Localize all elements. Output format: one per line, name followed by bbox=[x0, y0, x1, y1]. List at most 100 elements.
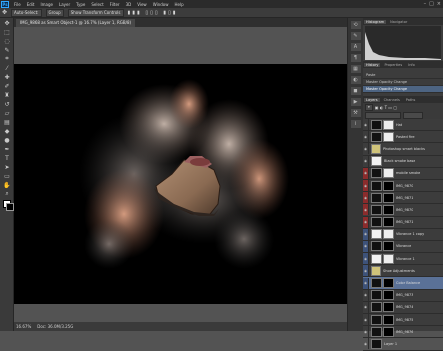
crop-tool-icon[interactable]: ⌗ bbox=[2, 55, 12, 63]
tool-presets-panel-icon[interactable]: ⚒ bbox=[350, 109, 361, 117]
layer-row[interactable]: ◉ Vibrance bbox=[363, 240, 443, 254]
layer-mask-thumbnail[interactable] bbox=[383, 278, 394, 289]
shape-tool-icon[interactable]: ▭ bbox=[2, 172, 12, 180]
visibility-eye-icon[interactable]: ◉ bbox=[363, 253, 369, 265]
layer-row[interactable]: ◉ IMG_9874 bbox=[363, 301, 443, 314]
tab-info[interactable]: Info bbox=[406, 63, 417, 67]
visibility-eye-icon[interactable]: ◉ bbox=[363, 216, 369, 228]
character-panel-icon[interactable]: A bbox=[350, 43, 361, 51]
layer-mask-thumbnail[interactable] bbox=[383, 131, 394, 142]
visibility-eye-icon[interactable]: ◉ bbox=[363, 326, 369, 338]
eraser-tool-icon[interactable]: ▱ bbox=[2, 109, 12, 117]
menu-item-image[interactable]: Image bbox=[37, 2, 56, 7]
move-tool-icon[interactable]: ✥ bbox=[2, 9, 7, 16]
layer-mask-thumbnail[interactable] bbox=[383, 204, 394, 215]
visibility-eye-icon[interactable]: ◉ bbox=[363, 289, 369, 301]
layer-row[interactable]: ◉ mobile smoke bbox=[363, 167, 443, 180]
visibility-eye-icon[interactable]: ◉ bbox=[363, 119, 369, 131]
hand-tool-icon[interactable]: ✋ bbox=[2, 181, 12, 189]
visibility-eye-icon[interactable]: ◉ bbox=[363, 265, 369, 277]
visibility-eye-icon[interactable]: ◉ bbox=[363, 301, 369, 313]
type-tool-icon[interactable]: T bbox=[2, 154, 12, 162]
visibility-eye-icon[interactable]: ◉ bbox=[363, 143, 369, 155]
layer-row[interactable]: ◉ Pasted fire bbox=[363, 131, 443, 144]
menu-item-layer[interactable]: Layer bbox=[56, 2, 73, 7]
tab-paths[interactable]: Paths bbox=[404, 98, 418, 102]
show-transform-controls-checkbox[interactable]: Show Transform Controls bbox=[67, 8, 124, 17]
visibility-eye-icon[interactable]: ◉ bbox=[363, 192, 369, 204]
visibility-eye-icon[interactable]: ◉ bbox=[363, 131, 369, 143]
layer-mask-thumbnail[interactable] bbox=[383, 180, 394, 191]
layer-mask-thumbnail[interactable] bbox=[383, 168, 394, 179]
menu-item-select[interactable]: Select bbox=[88, 2, 106, 7]
visibility-eye-icon[interactable]: ◉ bbox=[363, 228, 369, 240]
layer-filter-dropdown[interactable]: ▾ bbox=[365, 103, 373, 111]
layer-row[interactable]: ◉ IMG_9871 bbox=[363, 216, 443, 229]
layer-mask-thumbnail[interactable] bbox=[383, 314, 394, 325]
menu-item-3d[interactable]: 3D bbox=[123, 2, 135, 7]
layer-row[interactable]: ◉ Black smoke base bbox=[363, 155, 443, 168]
layer-mask-thumbnail[interactable] bbox=[383, 217, 394, 228]
zoom-tool-icon[interactable]: ⌕ bbox=[2, 190, 12, 198]
visibility-eye-icon[interactable]: ◉ bbox=[363, 277, 369, 289]
layer-mask-thumbnail[interactable] bbox=[383, 302, 394, 313]
layer-row[interactable]: ◉ Color Balance bbox=[363, 277, 443, 290]
styles-panel-icon[interactable]: ◼ bbox=[350, 87, 361, 95]
clone-stamp-tool-icon[interactable]: ♜ bbox=[2, 91, 12, 99]
blend-mode-dropdown[interactable] bbox=[365, 111, 401, 119]
history-item[interactable]: Paste bbox=[363, 72, 443, 79]
gradient-tool-icon[interactable]: ▤ bbox=[2, 118, 12, 126]
layer-mask-thumbnail[interactable] bbox=[383, 253, 394, 264]
history-item[interactable]: Master Opacity Change bbox=[363, 79, 443, 86]
maximize-icon[interactable]: □ bbox=[429, 1, 434, 7]
visibility-eye-icon[interactable]: ◉ bbox=[363, 180, 369, 192]
menu-item-type[interactable]: Type bbox=[73, 2, 88, 7]
visibility-eye-icon[interactable]: ◉ bbox=[363, 240, 369, 252]
menu-item-window[interactable]: Window bbox=[150, 2, 172, 7]
layer-row[interactable]: ◉ IMG_9870 bbox=[363, 180, 443, 193]
layer-row[interactable]: ◉ Vibrance 1 copy bbox=[363, 228, 443, 241]
layer-row[interactable]: ◉ IMG_9873 bbox=[363, 289, 443, 302]
path-selection-tool-icon[interactable]: ➤ bbox=[2, 163, 12, 171]
visibility-eye-icon[interactable]: ◉ bbox=[363, 204, 369, 216]
tab-channels[interactable]: Channels bbox=[382, 98, 402, 102]
layer-mask-thumbnail[interactable] bbox=[383, 326, 394, 337]
actions-panel-icon[interactable]: ▶ bbox=[350, 98, 361, 106]
layer-row[interactable]: ◉ Layer 1 bbox=[363, 338, 443, 351]
visibility-eye-icon[interactable]: ◉ bbox=[363, 338, 369, 350]
adjustments-panel-icon[interactable]: ◐ bbox=[350, 76, 361, 84]
minimize-icon[interactable]: – bbox=[424, 1, 427, 7]
healing-tool-icon[interactable]: ✚ bbox=[2, 73, 12, 81]
info-panel-icon[interactable]: i bbox=[350, 120, 361, 128]
tab-navigator[interactable]: Navigator bbox=[388, 20, 409, 24]
menu-item-help[interactable]: Help bbox=[171, 2, 186, 7]
layer-filter-icons[interactable]: ▣ ◐ T ▭ ▢ bbox=[375, 105, 397, 110]
close-icon[interactable]: × bbox=[437, 1, 441, 7]
visibility-eye-icon[interactable]: ◉ bbox=[363, 155, 369, 167]
blur-tool-icon[interactable]: ◆ bbox=[2, 127, 12, 135]
color-swatches-icon[interactable] bbox=[2, 199, 14, 211]
marquee-tool-icon[interactable]: ⬚ bbox=[2, 28, 12, 36]
layer-row[interactable]: ◉ IMG_9876 bbox=[363, 326, 443, 339]
move-tool-icon[interactable]: ✥ bbox=[2, 19, 12, 27]
pen-tool-icon[interactable]: ✒ bbox=[2, 145, 12, 153]
align-icons[interactable]: ▮▮▮ ▯▯▯ ▮▯▮ bbox=[128, 10, 178, 16]
menu-item-edit[interactable]: Edit bbox=[24, 2, 38, 7]
layer-row[interactable]: ◉ Vibrance 1 bbox=[363, 253, 443, 266]
layer-row[interactable]: ◉ IMG_9870 bbox=[363, 204, 443, 217]
layer-row[interactable]: ◉ Photoshop smart blacks bbox=[363, 143, 443, 156]
image-canvas[interactable] bbox=[14, 64, 347, 304]
layer-row[interactable]: ◉ Shoe Adjustments bbox=[363, 265, 443, 278]
menu-item-filter[interactable]: Filter bbox=[107, 2, 123, 7]
quick-select-tool-icon[interactable]: ✎ bbox=[2, 46, 12, 54]
auto-select-target-dropdown[interactable]: Group bbox=[45, 8, 64, 17]
history-brush-tool-icon[interactable]: ↺ bbox=[2, 100, 12, 108]
paragraph-panel-icon[interactable]: ¶ bbox=[350, 54, 361, 62]
tab-properties[interactable]: Properties bbox=[382, 63, 404, 67]
zoom-level[interactable]: 16.67% bbox=[16, 324, 31, 329]
opacity-field[interactable] bbox=[403, 111, 423, 119]
tab-histogram[interactable]: Histogram bbox=[364, 19, 387, 24]
visibility-eye-icon[interactable]: ◉ bbox=[363, 167, 369, 179]
layer-mask-thumbnail[interactable] bbox=[383, 119, 394, 130]
brush-tool-icon[interactable]: ✐ bbox=[2, 82, 12, 90]
